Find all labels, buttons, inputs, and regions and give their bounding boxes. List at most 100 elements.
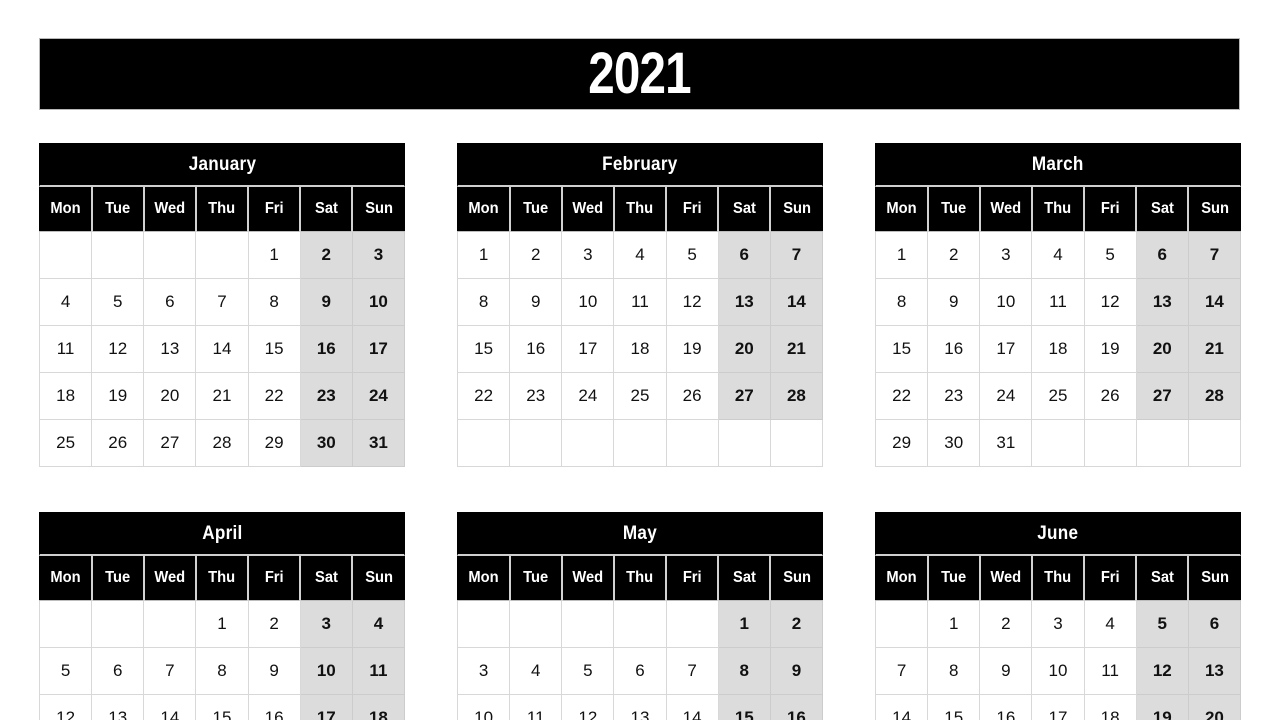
day-cell-weekend[interactable]: 4 [351, 600, 406, 648]
day-cell[interactable]: 2 [979, 600, 1033, 648]
day-cell[interactable]: 4 [509, 647, 563, 695]
day-cell[interactable]: 8 [927, 647, 981, 695]
day-cell-weekend[interactable]: 9 [769, 647, 824, 695]
day-cell[interactable]: 12 [665, 278, 719, 326]
day-cell-weekend[interactable]: 23 [299, 372, 353, 420]
day-cell-weekend[interactable]: 24 [351, 372, 406, 420]
day-cell-weekend[interactable]: 2 [299, 231, 353, 279]
day-cell-weekend[interactable]: 3 [299, 600, 353, 648]
day-cell[interactable]: 1 [874, 231, 929, 279]
day-cell-weekend[interactable]: 16 [299, 325, 353, 373]
day-cell[interactable]: 15 [195, 694, 249, 720]
day-cell[interactable]: 18 [38, 372, 93, 420]
day-cell[interactable]: 11 [1031, 278, 1085, 326]
day-cell-weekend[interactable]: 6 [1135, 231, 1189, 279]
day-cell[interactable]: 8 [456, 278, 511, 326]
day-cell[interactable]: 5 [38, 647, 93, 695]
day-cell-weekend[interactable]: 30 [299, 419, 353, 467]
day-cell[interactable]: 24 [979, 372, 1033, 420]
day-cell[interactable]: 5 [665, 231, 719, 279]
day-cell[interactable]: 22 [874, 372, 929, 420]
day-cell[interactable]: 23 [509, 372, 563, 420]
day-cell[interactable]: 20 [143, 372, 197, 420]
day-cell[interactable]: 7 [874, 647, 929, 695]
day-cell-weekend[interactable]: 1 [717, 600, 771, 648]
day-cell[interactable]: 8 [195, 647, 249, 695]
day-cell[interactable]: 17 [979, 325, 1033, 373]
day-cell[interactable]: 11 [1083, 647, 1137, 695]
day-cell[interactable]: 19 [665, 325, 719, 373]
day-cell-weekend[interactable]: 7 [1187, 231, 1242, 279]
day-cell[interactable]: 6 [613, 647, 667, 695]
day-cell[interactable]: 11 [613, 278, 667, 326]
day-cell[interactable]: 6 [143, 278, 197, 326]
day-cell[interactable]: 27 [143, 419, 197, 467]
day-cell[interactable]: 15 [874, 325, 929, 373]
day-cell[interactable]: 21 [195, 372, 249, 420]
day-cell[interactable]: 10 [561, 278, 615, 326]
day-cell[interactable]: 10 [456, 694, 511, 720]
day-cell[interactable]: 5 [91, 278, 145, 326]
day-cell-weekend[interactable]: 16 [769, 694, 824, 720]
day-cell[interactable]: 31 [979, 419, 1033, 467]
day-cell-weekend[interactable]: 28 [1187, 372, 1242, 420]
day-cell-weekend[interactable]: 14 [1187, 278, 1242, 326]
day-cell[interactable]: 26 [91, 419, 145, 467]
day-cell[interactable]: 15 [927, 694, 981, 720]
day-cell-weekend[interactable]: 27 [1135, 372, 1189, 420]
day-cell[interactable]: 14 [195, 325, 249, 373]
day-cell[interactable]: 3 [979, 231, 1033, 279]
day-cell[interactable]: 9 [927, 278, 981, 326]
day-cell[interactable]: 30 [927, 419, 981, 467]
day-cell[interactable]: 8 [247, 278, 301, 326]
day-cell[interactable]: 29 [247, 419, 301, 467]
day-cell[interactable]: 25 [1031, 372, 1085, 420]
day-cell[interactable]: 12 [1083, 278, 1137, 326]
day-cell[interactable]: 2 [509, 231, 563, 279]
day-cell-weekend[interactable]: 20 [1135, 325, 1189, 373]
day-cell[interactable]: 2 [247, 600, 301, 648]
day-cell[interactable]: 25 [613, 372, 667, 420]
day-cell[interactable]: 17 [561, 325, 615, 373]
day-cell[interactable]: 9 [509, 278, 563, 326]
day-cell-weekend[interactable]: 21 [769, 325, 824, 373]
day-cell[interactable]: 19 [91, 372, 145, 420]
day-cell-weekend[interactable]: 19 [1135, 694, 1189, 720]
day-cell[interactable]: 12 [38, 694, 93, 720]
day-cell[interactable]: 23 [927, 372, 981, 420]
day-cell-weekend[interactable]: 11 [351, 647, 406, 695]
day-cell[interactable]: 7 [195, 278, 249, 326]
day-cell-weekend[interactable]: 12 [1135, 647, 1189, 695]
day-cell[interactable]: 19 [1083, 325, 1137, 373]
day-cell[interactable]: 3 [456, 647, 511, 695]
day-cell[interactable]: 11 [38, 325, 93, 373]
day-cell[interactable]: 2 [927, 231, 981, 279]
day-cell[interactable]: 7 [143, 647, 197, 695]
day-cell[interactable]: 12 [91, 325, 145, 373]
day-cell[interactable]: 4 [1083, 600, 1137, 648]
day-cell-weekend[interactable]: 6 [1187, 600, 1242, 648]
day-cell[interactable]: 17 [1031, 694, 1085, 720]
day-cell[interactable]: 16 [509, 325, 563, 373]
day-cell-weekend[interactable]: 20 [1187, 694, 1242, 720]
day-cell[interactable]: 12 [561, 694, 615, 720]
day-cell-weekend[interactable]: 17 [299, 694, 353, 720]
day-cell[interactable]: 18 [1031, 325, 1085, 373]
day-cell[interactable]: 18 [613, 325, 667, 373]
day-cell[interactable]: 3 [1031, 600, 1085, 648]
day-cell[interactable]: 13 [91, 694, 145, 720]
day-cell-weekend[interactable]: 13 [717, 278, 771, 326]
day-cell[interactable]: 1 [195, 600, 249, 648]
day-cell[interactable]: 3 [561, 231, 615, 279]
day-cell[interactable]: 28 [195, 419, 249, 467]
day-cell[interactable]: 26 [665, 372, 719, 420]
day-cell[interactable]: 5 [1083, 231, 1137, 279]
day-cell-weekend[interactable]: 18 [351, 694, 406, 720]
day-cell[interactable]: 15 [247, 325, 301, 373]
day-cell[interactable]: 9 [979, 647, 1033, 695]
day-cell[interactable]: 4 [38, 278, 93, 326]
day-cell[interactable]: 15 [456, 325, 511, 373]
day-cell[interactable]: 7 [665, 647, 719, 695]
day-cell[interactable]: 24 [561, 372, 615, 420]
day-cell[interactable]: 1 [456, 231, 511, 279]
